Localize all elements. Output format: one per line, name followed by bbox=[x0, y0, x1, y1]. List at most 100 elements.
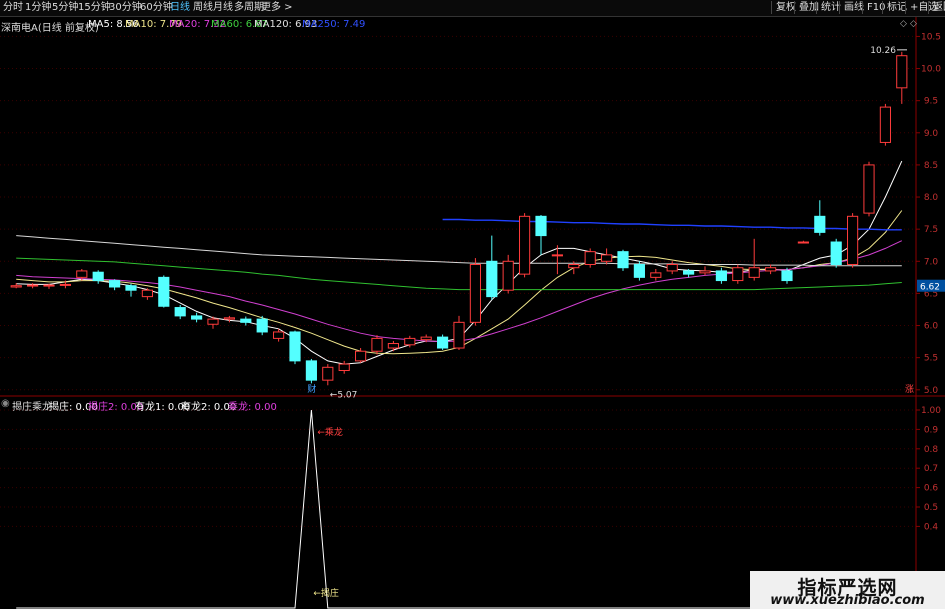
candle bbox=[847, 213, 859, 268]
candle-body bbox=[404, 337, 416, 346]
dragon-annotation: ←乘龙 bbox=[317, 426, 343, 438]
candle-body bbox=[240, 318, 252, 323]
candle bbox=[617, 249, 629, 271]
candle-body bbox=[650, 272, 662, 278]
candle bbox=[748, 238, 760, 281]
candle bbox=[92, 270, 104, 284]
candle-body bbox=[273, 331, 285, 339]
price-axis-label: 8.5 bbox=[924, 161, 938, 171]
candlestick-chart[interactable]: 10.510.09.59.08.58.07.57.06.56.05.55.01.… bbox=[0, 0, 945, 609]
diamond-icon: ◇ bbox=[910, 19, 917, 29]
candle-body bbox=[289, 331, 301, 362]
watermark-url: www.xuezhibiao.com bbox=[770, 593, 925, 608]
candle bbox=[715, 267, 727, 284]
price-axis-label: 10.0 bbox=[921, 65, 941, 75]
candle-body bbox=[109, 280, 121, 288]
candle-body bbox=[453, 321, 465, 349]
candle-body bbox=[43, 284, 55, 287]
candle bbox=[125, 283, 137, 297]
indicator-axis-label: 0.6 bbox=[924, 484, 939, 494]
candle-body bbox=[387, 343, 399, 349]
candle-body bbox=[748, 267, 760, 278]
candle-body bbox=[584, 251, 596, 266]
candle bbox=[453, 315, 465, 350]
candle-body bbox=[437, 336, 449, 349]
candle-body bbox=[223, 317, 235, 320]
candle bbox=[289, 330, 301, 365]
candle-body bbox=[174, 307, 186, 317]
watermark: 指标严选网 www.xuezhibiao.com bbox=[750, 571, 945, 609]
diamond-icon: ◇ bbox=[900, 19, 907, 29]
candle-body bbox=[683, 270, 695, 275]
price-axis-label: 9.5 bbox=[924, 97, 938, 107]
candle-body bbox=[715, 270, 727, 282]
candle bbox=[371, 335, 383, 355]
candle bbox=[387, 340, 399, 352]
candle-body bbox=[305, 360, 317, 381]
price-axis-label: 5.5 bbox=[924, 354, 938, 364]
candle bbox=[322, 364, 334, 386]
candle-body bbox=[732, 267, 744, 282]
price-axis-label: 7.5 bbox=[924, 225, 938, 235]
candle bbox=[863, 161, 875, 217]
candle bbox=[191, 312, 203, 323]
price-axis-label: 9.0 bbox=[924, 129, 939, 139]
candle-body bbox=[765, 267, 777, 272]
high-price-label: 10.26 bbox=[870, 46, 896, 56]
candle bbox=[256, 315, 268, 336]
indicator-axis-label: 0.7 bbox=[924, 464, 938, 474]
candle bbox=[223, 315, 235, 323]
candle-body bbox=[568, 264, 580, 269]
zhuang-annotation: ←揭庄 bbox=[313, 587, 339, 599]
candle bbox=[699, 266, 711, 276]
candle-body bbox=[322, 366, 334, 381]
candle bbox=[584, 248, 596, 268]
candle bbox=[469, 258, 481, 326]
candle-body bbox=[371, 337, 383, 352]
candle-body bbox=[633, 264, 645, 278]
candle bbox=[666, 261, 678, 275]
candle-body bbox=[76, 270, 88, 278]
candle bbox=[879, 103, 891, 146]
candle bbox=[765, 264, 777, 275]
indicator-axis-label: 0.5 bbox=[924, 503, 938, 513]
candle bbox=[109, 279, 121, 291]
candle-body bbox=[830, 241, 842, 266]
low-price-label: ←5.07 bbox=[330, 390, 358, 400]
price-axis-label: 7.0 bbox=[924, 257, 939, 267]
candle bbox=[830, 238, 842, 268]
candle bbox=[633, 261, 645, 281]
candle-body bbox=[10, 285, 22, 288]
candle bbox=[814, 200, 826, 236]
candle-body bbox=[617, 251, 629, 269]
candle bbox=[519, 213, 531, 278]
indicator-axis-label: 0.4 bbox=[924, 522, 939, 532]
candle-body bbox=[158, 276, 170, 307]
candle-body bbox=[879, 106, 891, 143]
candle-body bbox=[551, 254, 563, 257]
candle-body bbox=[207, 318, 219, 325]
candle bbox=[240, 316, 252, 326]
current-price-label: 6.62 bbox=[920, 283, 940, 293]
candle-body bbox=[847, 215, 859, 266]
candle-body bbox=[666, 264, 678, 272]
candle bbox=[502, 254, 514, 294]
candle-body bbox=[469, 264, 481, 323]
candle-body bbox=[59, 283, 71, 286]
candle bbox=[486, 235, 498, 300]
candle bbox=[896, 51, 908, 104]
candle-body bbox=[699, 270, 711, 274]
candle bbox=[797, 240, 809, 244]
candle bbox=[338, 360, 350, 374]
candle bbox=[601, 248, 613, 265]
indicator-axis-label: 0.8 bbox=[924, 445, 939, 455]
candle bbox=[174, 304, 186, 320]
candle-body bbox=[125, 285, 137, 291]
candle bbox=[437, 334, 449, 350]
candle-body bbox=[896, 55, 908, 89]
candle-body bbox=[863, 164, 875, 214]
candle-body bbox=[502, 260, 514, 291]
candle bbox=[141, 288, 153, 300]
candle-body bbox=[519, 215, 531, 275]
candle-body bbox=[486, 260, 498, 298]
